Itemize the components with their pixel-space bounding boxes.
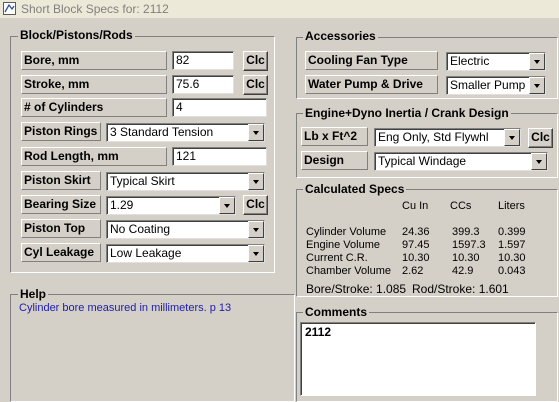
piston-rings-select[interactable]: 3 Standard Tension	[106, 123, 265, 142]
row-liters: 1.597	[498, 239, 526, 251]
row-label: Current C.R.	[306, 252, 368, 264]
row-cu-in: 10.30	[402, 252, 430, 264]
rod-stroke-ratio: Rod/Stroke: 1.601	[412, 282, 509, 296]
water-pump-label: Water Pump & Drive	[305, 75, 438, 94]
row-cu-in: 24.36	[402, 226, 430, 238]
row-cc: 42.9	[452, 265, 474, 277]
chevron-down-icon[interactable]	[504, 129, 520, 146]
piston-skirt-value: Typical Skirt	[110, 174, 175, 188]
bearing-size-label: Bearing Size	[21, 195, 101, 214]
stroke-calc-button[interactable]: Clc	[243, 75, 268, 95]
accessories-panel-title: Accessories	[303, 29, 378, 43]
row-label: Cylinder Volume	[306, 226, 387, 238]
chevron-down-icon[interactable]	[248, 124, 264, 141]
chevron-down-icon[interactable]	[248, 245, 264, 262]
row-cc: 10.30	[452, 252, 480, 264]
row-cu-in: 2.62	[402, 265, 424, 277]
row-liters: 0.043	[498, 265, 526, 277]
chevron-down-icon[interactable]	[529, 53, 545, 70]
window-title: Short Block Specs for: 2112	[21, 2, 169, 16]
bearing-size-value: 1.29	[110, 198, 134, 212]
header-liters: Liters	[498, 200, 525, 212]
piston-skirt-label: Piston Skirt	[21, 171, 101, 190]
header-cu-in: Cu In	[402, 200, 429, 212]
app-icon	[3, 2, 16, 15]
bore-stroke-ratio: Bore/Stroke: 1.085	[306, 282, 407, 296]
bore-calc-button[interactable]: Clc	[243, 51, 268, 71]
cooling-fan-label: Cooling Fan Type	[305, 51, 438, 70]
piston-top-value: No Coating	[110, 222, 171, 236]
inertia-calc-button[interactable]: Clc	[528, 128, 553, 148]
piston-skirt-select[interactable]: Typical Skirt	[106, 172, 265, 191]
stroke-input[interactable]: 75.6	[172, 75, 234, 94]
piston-rings-label: Piston Rings	[21, 122, 101, 141]
row-cu-in: 97.45	[402, 239, 430, 251]
block-panel-title: Block/Pistons/Rods	[18, 28, 135, 42]
row-cc: 1597.3	[452, 239, 486, 251]
row-label: Chamber Volume	[306, 265, 391, 277]
chevron-down-icon[interactable]	[248, 221, 264, 238]
chevron-down-icon[interactable]	[219, 197, 235, 214]
piston-top-select[interactable]: No Coating	[106, 220, 265, 239]
row-cc: 399.3	[452, 226, 480, 238]
piston-rings-value: 3 Standard Tension	[110, 125, 214, 139]
row-liters: 0.399	[498, 226, 526, 238]
cooling-fan-select[interactable]: Electric	[446, 52, 546, 71]
cylinders-input[interactable]: 4	[172, 98, 267, 117]
bore-label: Bore, mm	[21, 51, 167, 70]
help-text: Cylinder bore measured in millimeters. p…	[19, 302, 232, 314]
calc-specs-panel-title: Calculated Specs	[303, 182, 407, 196]
piston-top-label: Piston Top	[21, 219, 101, 238]
chevron-down-icon[interactable]	[248, 173, 264, 190]
lb-ft2-value: Eng Only, Std Flywhl	[378, 130, 489, 144]
bearing-size-select[interactable]: 1.29	[106, 196, 236, 215]
title-bar: Short Block Specs for: 2112	[0, 0, 559, 18]
comments-textarea[interactable]: 2112	[300, 322, 536, 396]
stroke-label: Stroke, mm	[21, 75, 167, 94]
cyl-leakage-value: Low Leakage	[110, 246, 182, 260]
lb-ft2-label: Lb x Ft^2	[301, 127, 368, 146]
row-liters: 10.30	[498, 252, 526, 264]
chevron-down-icon[interactable]	[531, 153, 547, 170]
cooling-fan-value: Electric	[450, 54, 490, 68]
cyl-leakage-select[interactable]: Low Leakage	[106, 244, 265, 263]
design-select[interactable]: Typical Windage	[374, 152, 548, 171]
cyl-leakage-label: Cyl Leakage	[21, 243, 101, 262]
comments-panel-title: Comments	[303, 305, 370, 319]
header-ccs: CCs	[450, 200, 472, 212]
rod-length-label: Rod Length, mm	[21, 147, 167, 166]
water-pump-select[interactable]: Smaller Pump	[446, 76, 546, 95]
design-value: Typical Windage	[378, 154, 467, 168]
water-pump-value: Smaller Pump	[450, 78, 526, 92]
bore-input[interactable]: 82	[172, 51, 234, 70]
row-label: Engine Volume	[306, 239, 380, 251]
cylinders-label: # of Cylinders	[21, 98, 167, 117]
inertia-panel-title: Engine+Dyno Inertia / Crank Design	[303, 106, 511, 120]
rod-length-input[interactable]: 121	[172, 147, 267, 166]
help-panel-title: Help	[18, 287, 49, 301]
chevron-down-icon[interactable]	[529, 77, 545, 94]
design-label: Design	[301, 151, 368, 170]
lb-ft2-select[interactable]: Eng Only, Std Flywhl	[374, 128, 521, 147]
bearing-calc-button[interactable]: Clc	[243, 195, 268, 215]
